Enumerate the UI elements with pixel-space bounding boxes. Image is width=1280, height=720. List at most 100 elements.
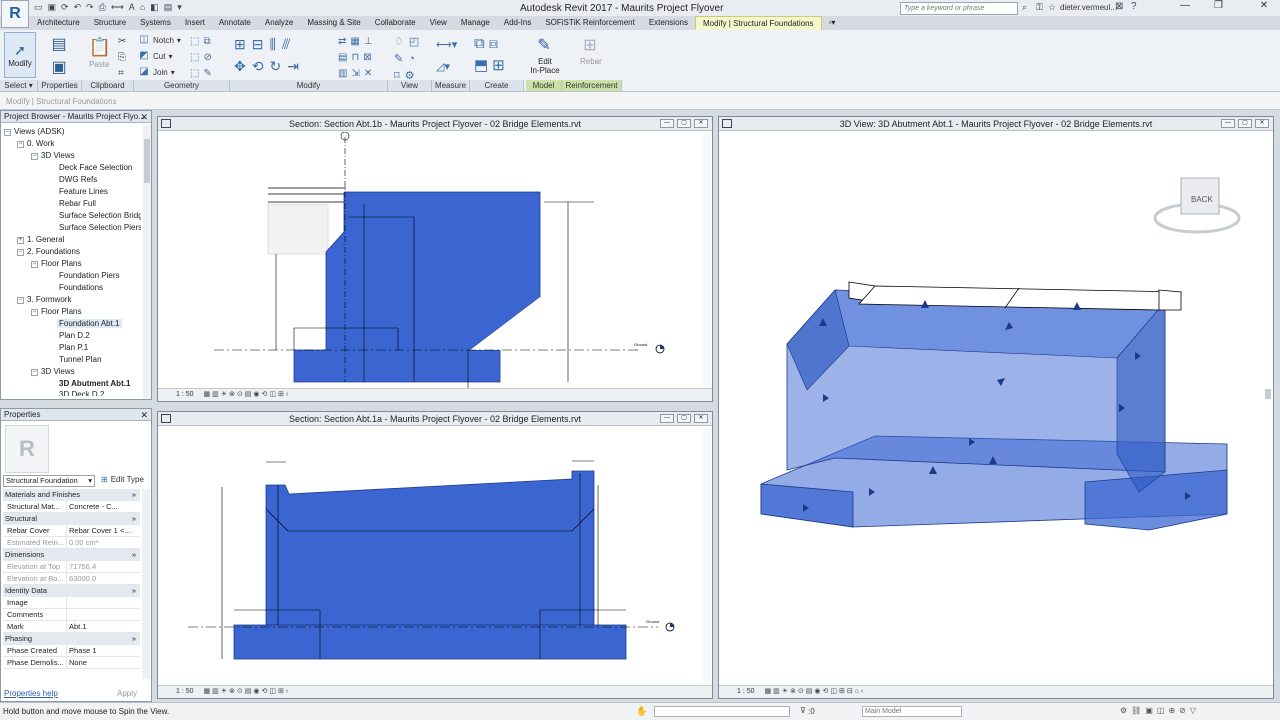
tree-toggle-icon[interactable]: − bbox=[4, 129, 11, 136]
save-icon[interactable]: ▣ bbox=[48, 2, 57, 14]
minimize-view-button[interactable]: — bbox=[1221, 119, 1235, 128]
minimize-view-button[interactable]: — bbox=[660, 414, 674, 423]
section-drawing[interactable]: Ground bbox=[158, 427, 702, 685]
edit-in-place-icon[interactable]: ✎ bbox=[532, 33, 556, 57]
group-identity-data[interactable]: Identity Data» bbox=[3, 585, 140, 597]
exchange-icon[interactable]: ⊠ bbox=[1115, 1, 1123, 12]
tree-toggle-icon[interactable]: − bbox=[31, 369, 38, 376]
group-structural[interactable]: Structural» bbox=[3, 513, 140, 525]
tree-item[interactable]: Views (ADSK) bbox=[14, 127, 65, 136]
tree-toggle-icon[interactable]: + bbox=[17, 237, 24, 244]
tree-item[interactable]: Tunnel Plan bbox=[59, 355, 101, 364]
prop-comments[interactable]: Comments bbox=[3, 609, 140, 621]
view-scale[interactable]: 1 : 50 bbox=[176, 688, 194, 695]
close-view-button[interactable]: ✕ bbox=[694, 414, 708, 423]
selection-settings-icons[interactable]: ⚙⛓▣◫⊕⊘▽ bbox=[1120, 706, 1200, 715]
measure-icon[interactable]: ⟷ bbox=[111, 2, 124, 14]
group-dimensions[interactable]: Dimensions» bbox=[3, 549, 140, 561]
prop-image[interactable]: Image bbox=[3, 597, 140, 609]
tree-item[interactable]: Floor Plans bbox=[41, 259, 81, 268]
close-view-button[interactable]: ✕ bbox=[694, 119, 708, 128]
active-workset-dropdown[interactable]: Main Model bbox=[862, 706, 962, 717]
maximize-view-button[interactable]: ▢ bbox=[677, 414, 691, 423]
3d-view-abutment[interactable]: 3D View: 3D Abutment Abt.1 - Maurits Pro… bbox=[718, 116, 1274, 699]
redo-icon[interactable]: ↷ bbox=[86, 2, 94, 14]
view-tools[interactable]: ♢◰ ✎◔ ⌑⚙ bbox=[394, 34, 424, 85]
close-window-button[interactable]: ✕ bbox=[1248, 0, 1280, 16]
text-icon[interactable]: A bbox=[129, 2, 135, 14]
sync-icon[interactable]: ⟳ bbox=[61, 2, 69, 14]
qat-dropdown-icon[interactable]: ▾ bbox=[177, 2, 182, 14]
tab-extensions[interactable]: Extensions bbox=[642, 16, 695, 30]
view-control-icons[interactable]: ▦▥☀⊗⊙▤◉⟲◫⊞‹ bbox=[204, 389, 291, 401]
tab-analyze[interactable]: Analyze bbox=[258, 16, 300, 30]
tree-item[interactable]: Plan P.1 bbox=[59, 343, 88, 352]
tree-item[interactable]: Foundations bbox=[59, 283, 103, 292]
subscription-icon[interactable]: ⚿ bbox=[1036, 2, 1043, 13]
type-properties-icon[interactable]: ▣ bbox=[46, 56, 72, 78]
type-selector[interactable]: Structural Foundation ▾ bbox=[3, 475, 95, 487]
properties-icon[interactable]: ▤ bbox=[46, 33, 72, 55]
view-scrollbar[interactable] bbox=[703, 428, 711, 684]
view-scroll-thumb[interactable] bbox=[1265, 389, 1271, 399]
viewcube-face-label[interactable]: BACK bbox=[1191, 195, 1213, 204]
view-scrollbar[interactable] bbox=[703, 133, 711, 387]
section-drawing[interactable]: Ground bbox=[158, 132, 702, 388]
tab-collaborate[interactable]: Collaborate bbox=[368, 16, 423, 30]
properties-scrollbar[interactable] bbox=[142, 489, 150, 679]
notch-button[interactable]: ◫ Notch ▾ bbox=[138, 34, 181, 46]
3d-view-icon[interactable]: ⌂ bbox=[140, 2, 145, 14]
tree-item[interactable]: 3D Views bbox=[41, 367, 75, 376]
tab-architecture[interactable]: Architecture bbox=[30, 16, 87, 30]
modify-small-tools[interactable]: ⇄▦⊥ ▤⊓⊠ ▥⇲✕ bbox=[338, 34, 377, 82]
tab-add-ins[interactable]: Add-Ins bbox=[497, 16, 539, 30]
tree-item[interactable]: Feature Lines bbox=[59, 187, 108, 196]
tree-item[interactable]: 2. Foundations bbox=[27, 247, 80, 256]
tree-toggle-icon[interactable]: − bbox=[31, 153, 38, 160]
prop-structural-material[interactable]: Structural Mat... Concrete - C... bbox=[3, 501, 140, 513]
prop-rebar-cover[interactable]: Rebar Cover Rebar Cover 1 <... bbox=[3, 525, 140, 537]
view-control-icons[interactable]: ▦▥☀⊗⊙▤◉⟲◫⊞‹ bbox=[204, 686, 291, 698]
maximize-view-button[interactable]: ▢ bbox=[1238, 119, 1252, 128]
tab-annotate[interactable]: Annotate bbox=[212, 16, 258, 30]
print-icon[interactable]: ⎙ bbox=[99, 2, 106, 14]
view-scale[interactable]: 1 : 50 bbox=[737, 688, 755, 695]
open-icon[interactable]: ▭ bbox=[34, 2, 43, 14]
close-icon[interactable]: ✕ bbox=[140, 111, 148, 123]
modify-button[interactable]: ➚ Modify bbox=[4, 32, 36, 78]
create-tools[interactable]: ⧉⧈ ⬒⊞ bbox=[474, 33, 509, 77]
apply-button[interactable]: Apply bbox=[107, 687, 147, 700]
tree-item[interactable]: Plan D.2 bbox=[59, 331, 90, 340]
panel-select[interactable]: Select ▾ bbox=[0, 80, 38, 91]
close-icon[interactable]: ✕ bbox=[140, 409, 148, 421]
binoculars-icon[interactable]: ⌕ bbox=[1022, 2, 1027, 13]
tab-modify-structural-foundations[interactable]: Modify | Structural Foundations bbox=[694, 16, 822, 30]
tree-item[interactable]: Rebar Full bbox=[59, 199, 96, 208]
view-scale[interactable]: 1 : 50 bbox=[176, 391, 194, 398]
prop-mark[interactable]: Mark Abt.1 bbox=[3, 621, 140, 633]
search-input[interactable]: Type a keyword or phrase bbox=[900, 2, 1018, 15]
tree-item[interactable]: 0. Work bbox=[27, 139, 54, 148]
join-button[interactable]: ◪ Join ▾ bbox=[138, 66, 174, 78]
tab-manage[interactable]: Manage bbox=[454, 16, 497, 30]
favorites-star-icon[interactable]: ☆ bbox=[1048, 2, 1056, 13]
section-icon[interactable]: ◧ bbox=[150, 2, 159, 14]
ribbon-toggle-icon[interactable]: ▫▾ bbox=[822, 16, 843, 30]
group-materials[interactable]: Materials and Finishes» bbox=[3, 489, 140, 501]
tab-structure[interactable]: Structure bbox=[87, 16, 133, 30]
group-phasing[interactable]: Phasing» bbox=[3, 633, 140, 645]
tree-item-active-view[interactable]: 3D Abutment Abt.1 bbox=[59, 379, 130, 388]
section-view-abt1a[interactable]: Section: Section Abt.1a - Maurits Projec… bbox=[157, 411, 713, 699]
tree-toggle-icon[interactable]: − bbox=[17, 249, 24, 256]
workset-dropdown[interactable] bbox=[654, 706, 790, 717]
geometry-small-tools[interactable]: ⬚⧉ ⬚⊘ ⬚✎ bbox=[190, 34, 216, 82]
tree-item[interactable]: Surface Selection Piers bbox=[59, 223, 141, 232]
help-icon[interactable]: ? bbox=[1131, 1, 1137, 12]
worksets-icon[interactable]: ✋ bbox=[636, 706, 647, 717]
undo-icon[interactable]: ↶ bbox=[74, 2, 82, 14]
tree-item[interactable]: Surface Selection Bridg bbox=[59, 211, 141, 220]
close-hidden-icon[interactable]: ▤ bbox=[164, 2, 173, 14]
minimize-window-button[interactable]: — bbox=[1180, 0, 1190, 11]
tree-item[interactable]: 3D Views bbox=[41, 151, 75, 160]
application-menu-button[interactable]: R bbox=[1, 0, 29, 28]
